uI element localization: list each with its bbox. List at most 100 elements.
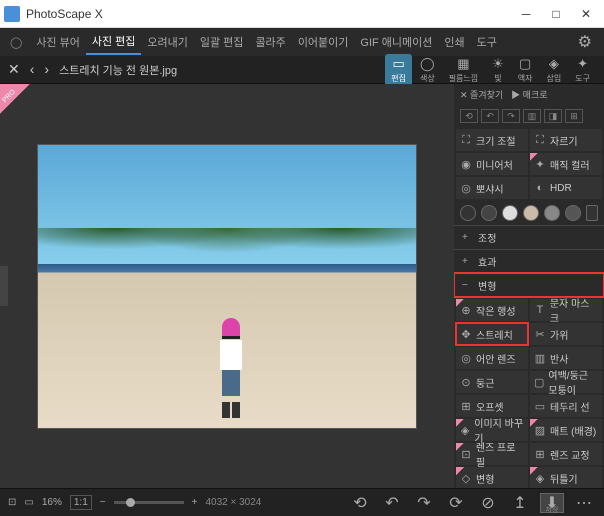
grid-icon[interactable]: ⊞	[565, 109, 583, 123]
preset-5[interactable]	[544, 205, 560, 221]
transform-둥근[interactable]: ⊙둥근	[456, 371, 528, 393]
history-redo-icon[interactable]: ↷	[412, 493, 436, 513]
transform-문자 마스크[interactable]: T문자 마스크	[530, 299, 602, 321]
transform-icon-6: ⊙	[460, 376, 472, 388]
transform-grid: ⊕작은 행성T문자 마스크✥스트레치✂가위◎어안 렌즈▥반사⊙둥근▢여백/둥근 …	[454, 297, 604, 488]
compare-icon[interactable]: ▥	[523, 109, 541, 123]
right-panel: ✕ 즐겨찾기 ▶ 매크로 ⟲ ↶ ↷ ▥ ◨ ⊞ ⛶크기 조절 ⛶자르기 ◉미니…	[454, 84, 604, 488]
crop-button[interactable]: ⛶자르기	[530, 129, 602, 151]
menu-gif[interactable]: GIF 애니메이션	[354, 30, 438, 54]
history-undo-icon[interactable]: ↶	[380, 493, 404, 513]
menu-tools[interactable]: 도구	[471, 30, 503, 54]
crop-icon: ⛶	[534, 134, 546, 146]
redo-icon[interactable]: ↷	[502, 109, 520, 123]
compare-split-icon[interactable]: ◨	[544, 109, 562, 123]
settings-icon[interactable]: ⚙	[570, 28, 600, 56]
favorites-button[interactable]: ✕ 즐겨찾기	[460, 88, 503, 101]
share-icon[interactable]: ↥	[508, 493, 532, 513]
minimize-button[interactable]: ─	[520, 8, 532, 20]
app-icon	[4, 6, 20, 22]
miniature-button[interactable]: ◉미니어처	[456, 153, 528, 175]
transform-icon-3: ✂	[534, 328, 546, 340]
zoom-in-button[interactable]: +	[192, 497, 198, 508]
preset-6[interactable]	[565, 205, 581, 221]
maximize-button[interactable]: □	[550, 8, 562, 20]
close-file-icon[interactable]: ✕	[8, 61, 20, 78]
menubar-back[interactable]: ◯	[4, 32, 28, 53]
transform-icon-7: ▢	[534, 376, 544, 388]
preset-2[interactable]	[481, 205, 497, 221]
undo-all-icon[interactable]: ⟲	[460, 109, 478, 123]
zoom-slider[interactable]	[114, 501, 184, 504]
save-button[interactable]: ⬇저장	[540, 493, 564, 513]
history-undo-all-icon[interactable]: ⟲	[348, 493, 372, 513]
preset-4[interactable]	[523, 205, 539, 221]
more-icon[interactable]: ⋯	[572, 493, 596, 513]
preset-7[interactable]	[586, 205, 598, 221]
zoom-fit-button[interactable]: 1:1	[70, 495, 92, 510]
transform-icon-11: ▨	[534, 424, 546, 436]
transform-반사[interactable]: ▥반사	[530, 347, 602, 369]
transform-가위[interactable]: ✂가위	[530, 323, 602, 345]
canvas-area[interactable]	[0, 84, 454, 488]
section-effect[interactable]: +효과	[454, 249, 604, 273]
sidebar-expand-handle[interactable]	[0, 266, 8, 306]
transform-icon-10: ◈	[460, 424, 470, 436]
next-file-icon[interactable]: ›	[44, 61, 49, 78]
tool-tab-color[interactable]: ◯색상	[414, 54, 441, 86]
tool-tab-tools[interactable]: ✦도구	[569, 54, 596, 86]
macro-button[interactable]: ▶ 매크로	[511, 88, 547, 101]
miniature-icon: ◉	[460, 158, 472, 170]
menu-editor[interactable]: 사진 편집	[86, 29, 142, 55]
hdr-button[interactable]: ◐HDR	[530, 177, 602, 199]
section-transform[interactable]: −변형	[454, 273, 604, 297]
tool-tab-insert[interactable]: ◈삽입	[541, 54, 568, 86]
menu-cutout[interactable]: 오려내기	[141, 30, 193, 54]
tool-tab-frame[interactable]: ▢액자	[512, 54, 539, 86]
menu-batch[interactable]: 일괄 편집	[194, 30, 250, 54]
tool-tab-light[interactable]: ☀빛	[486, 54, 510, 86]
history-redo-all-icon[interactable]: ⟳	[444, 493, 468, 513]
preset-3[interactable]	[502, 205, 518, 221]
resize-icon: ⛶	[460, 134, 472, 146]
magic-color-button[interactable]: ✦매직 컬러	[530, 153, 602, 175]
tool-tab-film[interactable]: ▦필름느낌	[443, 54, 484, 86]
transform-렌즈 교정[interactable]: ⊞렌즈 교정	[530, 443, 602, 465]
menu-print[interactable]: 인쇄	[438, 30, 470, 54]
transform-icon-9: ▭	[534, 400, 546, 412]
selection-tool-icon[interactable]: ⊡	[8, 497, 16, 508]
close-button[interactable]: ✕	[580, 8, 592, 20]
transform-테두리 선[interactable]: ▭테두리 선	[530, 395, 602, 417]
revert-icon[interactable]: ⊘	[476, 493, 500, 513]
transform-icon-2: ✥	[460, 328, 472, 340]
transform-스트레치[interactable]: ✥스트레치	[456, 323, 528, 345]
preset-1[interactable]	[460, 205, 476, 221]
transform-매트 (배경)[interactable]: ▨매트 (배경)	[530, 419, 602, 441]
prev-file-icon[interactable]: ‹	[30, 61, 35, 78]
menu-viewer[interactable]: 사진 뷰어	[30, 30, 86, 54]
transform-뒤틀기[interactable]: ◈뒤틀기	[530, 467, 602, 488]
transform-변형[interactable]: ◇변형	[456, 467, 528, 488]
transform-여백/둥근 모퉁이[interactable]: ▢여백/둥근 모퉁이	[530, 371, 602, 393]
section-adjust[interactable]: +조정	[454, 225, 604, 249]
canvas-image[interactable]	[37, 144, 417, 429]
transform-렌즈 프로필[interactable]: ⊡렌즈 프로필	[456, 443, 528, 465]
menu-combine[interactable]: 이어붙이기	[292, 30, 355, 54]
transform-icon-14: ◇	[460, 472, 472, 484]
zoom-percent[interactable]: 16%	[42, 497, 62, 508]
transform-어안 렌즈[interactable]: ◎어안 렌즈	[456, 347, 528, 369]
filename-label: 스트레치 기능 전 원본.jpg	[59, 62, 385, 78]
tool-tab-edit[interactable]: ▭편집	[385, 54, 412, 86]
undo-icon[interactable]: ↶	[481, 109, 499, 123]
menu-collage[interactable]: 콜라주	[249, 30, 291, 54]
transform-오프셋[interactable]: ⊞오프셋	[456, 395, 528, 417]
resize-button[interactable]: ⛶크기 조절	[456, 129, 528, 151]
zoom-out-button[interactable]: −	[100, 497, 106, 508]
titlebar: PhotoScape X ─ □ ✕	[0, 0, 604, 28]
transform-icon-13: ⊞	[534, 448, 546, 460]
transform-작은 행성[interactable]: ⊕작은 행성	[456, 299, 528, 321]
marquee-tool-icon[interactable]: ▭	[24, 497, 33, 508]
bloom-button[interactable]: ◎뽀샤시	[456, 177, 528, 199]
transform-icon-5: ▥	[534, 352, 546, 364]
transform-이미지 바꾸기[interactable]: ◈이미지 바꾸기	[456, 419, 528, 441]
